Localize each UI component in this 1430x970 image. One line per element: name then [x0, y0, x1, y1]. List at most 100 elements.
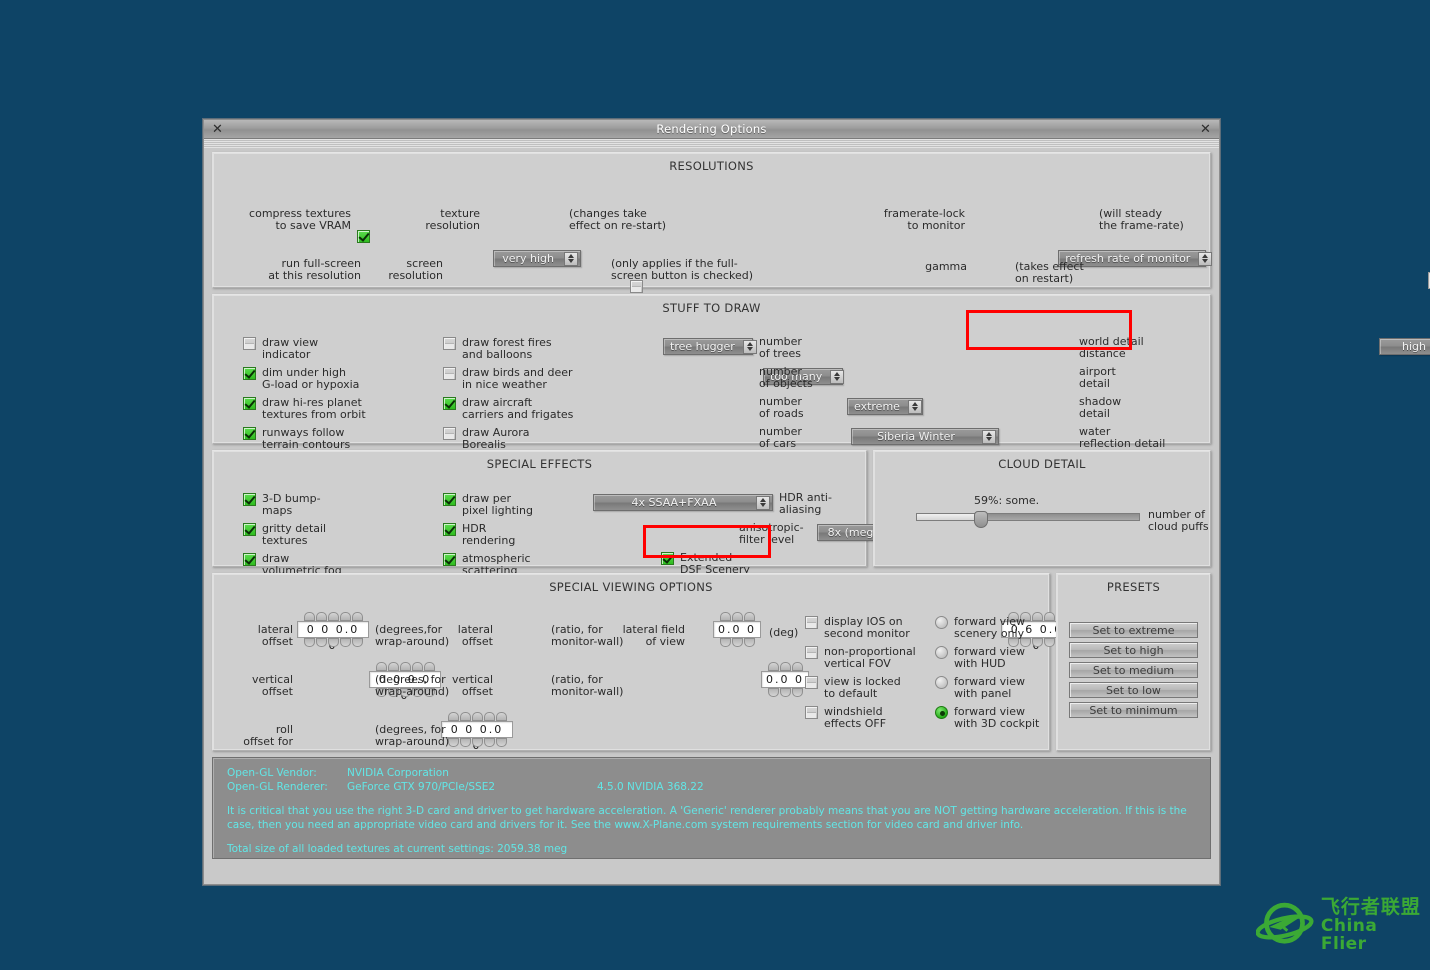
- stepper-up-dome[interactable]: [399, 662, 411, 671]
- extended-dsf-checkbox-0[interactable]: [661, 552, 674, 565]
- stepper-up-dome[interactable]: [1031, 612, 1043, 621]
- stepper-down-dome[interactable]: [459, 738, 471, 747]
- viewing-radio-radio-2[interactable]: [935, 676, 948, 689]
- fullscreen-checkbox[interactable]: [630, 280, 644, 293]
- stepper-down-dome[interactable]: [495, 738, 507, 747]
- viewing-check-checkbox-3[interactable]: [805, 706, 818, 719]
- stuff-col2-checkbox-3[interactable]: [443, 427, 456, 440]
- preset-button-4[interactable]: Set to minimum: [1069, 702, 1198, 718]
- viewing-check-row-2[interactable]: view is locked to default: [805, 676, 945, 699]
- fx-col2-checkbox-1[interactable]: [443, 523, 456, 536]
- stepper-up-dome[interactable]: [375, 662, 387, 671]
- fx-col2-checkbox-2[interactable]: [443, 553, 456, 566]
- stuff-col1-checkbox-1[interactable]: [243, 367, 256, 380]
- stepper-up-dome[interactable]: [447, 712, 459, 721]
- viewing-radio-row-3[interactable]: forward view with 3D cockpit: [935, 706, 1039, 729]
- stepper-up-dome[interactable]: [791, 662, 803, 671]
- viewing-radio-radio-0[interactable]: [935, 616, 948, 629]
- stepper-up-dome[interactable]: [1043, 612, 1055, 621]
- close-icon-left[interactable]: ✕: [210, 122, 225, 137]
- stepper-down-dome[interactable]: [1031, 638, 1043, 647]
- stepper-0[interactable]: 0 0 0.0 0: [297, 612, 369, 652]
- viewing-check-checkbox-1[interactable]: [805, 646, 818, 659]
- viewing-check-row-1[interactable]: non-proportional vertical FOV: [805, 646, 945, 669]
- stepper-down-dome[interactable]: [327, 638, 339, 647]
- stepper-4-down[interactable]: [761, 688, 809, 697]
- close-icon-right[interactable]: ✕: [1198, 122, 1213, 137]
- stepper-up-dome[interactable]: [327, 612, 339, 621]
- stepper-0-value[interactable]: 0 0 0.0 0: [297, 621, 369, 652]
- stepper-down-dome[interactable]: [779, 688, 791, 697]
- stepper-up-dome[interactable]: [495, 712, 507, 721]
- stuff-col1-checkbox-3[interactable]: [243, 427, 256, 440]
- cloud-puffs-slider[interactable]: [916, 511, 1140, 528]
- stuff-col2-row-2[interactable]: draw aircraft carriers and frigates: [443, 397, 633, 420]
- stepper-up-dome[interactable]: [423, 662, 435, 671]
- fx-col2-checkbox-0[interactable]: [443, 493, 456, 506]
- fx-col1-checkbox-1[interactable]: [243, 523, 256, 536]
- stuff-col2-row-0[interactable]: draw forest fires and balloons: [443, 337, 633, 360]
- stepper-up-dome[interactable]: [483, 712, 495, 721]
- stuff-col1-checkbox-2[interactable]: [243, 397, 256, 410]
- stepper-down-dome[interactable]: [791, 688, 803, 697]
- stepper-down-dome[interactable]: [351, 638, 363, 647]
- stepper-up-dome[interactable]: [719, 612, 731, 621]
- stepper-down-dome[interactable]: [471, 738, 483, 747]
- stepper-down-dome[interactable]: [483, 738, 495, 747]
- viewing-radio-radio-1[interactable]: [935, 646, 948, 659]
- stuff-col3-dropdown-2[interactable]: extreme: [847, 398, 923, 415]
- fx-col1-checkbox-0[interactable]: [243, 493, 256, 506]
- preset-button-0[interactable]: Set to extreme: [1069, 622, 1198, 638]
- stepper-up-dome[interactable]: [315, 612, 327, 621]
- stuff-col1-row-1[interactable]: dim under high G-load or hypoxia: [243, 367, 423, 390]
- stepper-2[interactable]: 0 0 0.0 0: [441, 712, 513, 752]
- stepper-up-dome[interactable]: [779, 662, 791, 671]
- stepper-3-value[interactable]: 0.0 0: [713, 621, 761, 638]
- stepper-down-dome[interactable]: [1043, 638, 1055, 647]
- viewing-check-checkbox-0[interactable]: [805, 616, 818, 629]
- stepper-up-dome[interactable]: [743, 612, 755, 621]
- fx-col1-row-0[interactable]: 3-D bump- maps: [243, 493, 393, 516]
- preset-button-1[interactable]: Set to high: [1069, 642, 1198, 658]
- stepper-4-value[interactable]: 0.0 0: [761, 671, 809, 688]
- stepper-4[interactable]: 0.0 0: [761, 662, 809, 697]
- stepper-down-dome[interactable]: [303, 638, 315, 647]
- fx-col2-row-0[interactable]: draw per pixel lighting: [443, 493, 593, 516]
- stuff-col3-dropdown-3[interactable]: Siberia Winter: [851, 428, 999, 445]
- stepper-up-dome[interactable]: [351, 612, 363, 621]
- stepper-up-dome[interactable]: [731, 612, 743, 621]
- stepper-down-dome[interactable]: [731, 638, 743, 647]
- stuff-col1-checkbox-0[interactable]: [243, 337, 256, 350]
- stepper-up-dome[interactable]: [411, 662, 423, 671]
- fx-col1-row-1[interactable]: gritty detail textures: [243, 523, 393, 546]
- viewing-radio-row-2[interactable]: forward view with panel: [935, 676, 1025, 699]
- stuff-col2-row-3[interactable]: draw Aurora Borealis: [443, 427, 633, 450]
- stepper-2-down[interactable]: [441, 738, 513, 747]
- stepper-down-dome[interactable]: [767, 688, 779, 697]
- stepper-up-dome[interactable]: [339, 612, 351, 621]
- viewing-check-row-3[interactable]: windshield effects OFF: [805, 706, 945, 729]
- slider-track[interactable]: [916, 511, 1140, 528]
- viewing-radio-radio-3[interactable]: [935, 706, 948, 719]
- stepper-down-dome[interactable]: [719, 638, 731, 647]
- stepper-4-up[interactable]: [761, 662, 809, 671]
- stepper-up-dome[interactable]: [459, 712, 471, 721]
- hdr-antialiasing-dropdown[interactable]: 4x SSAA+FXAA: [593, 494, 773, 511]
- stuff-col1-row-2[interactable]: draw hi-res planet textures from orbit: [243, 397, 423, 420]
- stepper-up-dome[interactable]: [471, 712, 483, 721]
- stepper-0-up[interactable]: [297, 612, 369, 621]
- stuff-col3-dropdown-0[interactable]: tree hugger: [663, 338, 757, 355]
- stuff-col2-checkbox-2[interactable]: [443, 397, 456, 410]
- stepper-3-down[interactable]: [713, 638, 761, 647]
- fx-col1-checkbox-2[interactable]: [243, 553, 256, 566]
- stepper-3-up[interactable]: [713, 612, 761, 621]
- stepper-down-dome[interactable]: [315, 638, 327, 647]
- fx-col2-row-1[interactable]: HDR rendering: [443, 523, 593, 546]
- preset-button-3[interactable]: Set to low: [1069, 682, 1198, 698]
- stuff-col2-checkbox-0[interactable]: [443, 337, 456, 350]
- stepper-down-dome[interactable]: [743, 638, 755, 647]
- stepper-up-dome[interactable]: [303, 612, 315, 621]
- stuff-col1-row-0[interactable]: draw view indicator: [243, 337, 423, 360]
- slider-knob[interactable]: [974, 511, 989, 528]
- stuff-col1-row-3[interactable]: runways follow terrain contours: [243, 427, 423, 450]
